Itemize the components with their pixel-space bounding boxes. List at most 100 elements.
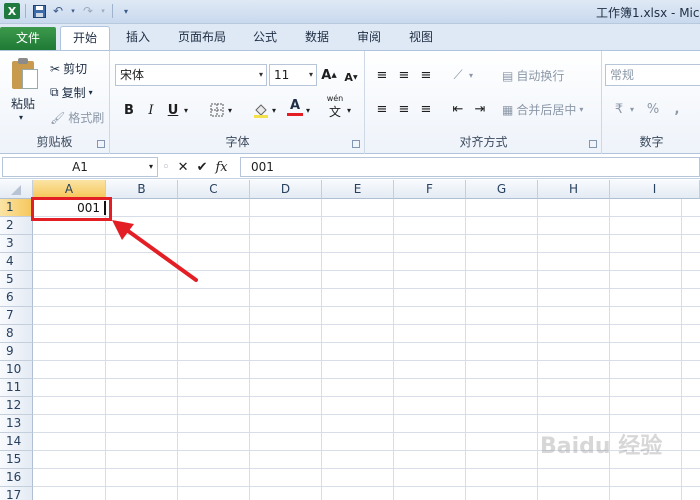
row-header-2[interactable]: 2 — [0, 217, 33, 235]
row-header-9[interactable]: 9 — [0, 343, 33, 361]
undo-dropdown-icon[interactable]: ▾ — [69, 3, 77, 19]
toolbar-separator — [25, 4, 26, 18]
accounting-dropdown-icon[interactable]: ▾ — [627, 99, 637, 119]
name-box[interactable]: A1 ▾ — [2, 157, 158, 177]
row-header-13[interactable]: 13 — [0, 415, 33, 433]
row-header-14[interactable]: 14 — [0, 433, 33, 451]
tab-home[interactable]: 开始 — [60, 26, 110, 50]
tab-review[interactable]: 审阅 — [349, 26, 389, 50]
copy-button[interactable]: ⧉ 复制 ▾ — [50, 84, 93, 101]
orientation-icon[interactable]: ⟋ — [448, 65, 468, 85]
borders-icon[interactable] — [207, 100, 227, 120]
number-format-select[interactable]: 常规 — [605, 64, 700, 86]
align-bottom-icon[interactable]: ≡ — [416, 65, 436, 85]
row-header-17[interactable]: 17 — [0, 487, 33, 500]
row-header-7[interactable]: 7 — [0, 307, 33, 325]
alignment-launcher-icon[interactable] — [589, 140, 597, 148]
merge-cells-icon: ▦ — [502, 102, 514, 117]
select-all-corner[interactable] — [0, 180, 33, 199]
redo-icon[interactable]: ↷ — [80, 3, 96, 19]
bold-button[interactable]: B — [119, 100, 139, 120]
row-header-6[interactable]: 6 — [0, 289, 33, 307]
row-header-3[interactable]: 3 — [0, 235, 33, 253]
brush-icon: 🖌 — [50, 110, 66, 125]
row-header-12[interactable]: 12 — [0, 397, 33, 415]
accounting-format-icon[interactable]: ₹ — [609, 99, 629, 119]
merge-dropdown-icon[interactable]: ▾ — [579, 105, 583, 114]
increase-indent-icon[interactable]: ⇥ — [470, 99, 490, 119]
comma-button[interactable]: , — [667, 99, 687, 119]
tab-insert[interactable]: 插入 — [118, 26, 158, 50]
formula-input[interactable]: 001 — [240, 157, 700, 177]
fill-color-dropdown-icon[interactable]: ▾ — [269, 100, 279, 120]
chevron-down-icon: ▾ — [148, 162, 153, 171]
insert-function-icon[interactable]: fx — [215, 160, 227, 175]
column-header-h[interactable]: H — [538, 180, 610, 199]
font-group-label: 字体 — [225, 135, 250, 149]
font-launcher-icon[interactable] — [352, 140, 360, 148]
cancel-icon[interactable]: ✕ — [178, 160, 189, 175]
customize-qat-icon[interactable]: ▾ — [118, 3, 134, 19]
window-title: 工作簿1.xlsx - Mic — [596, 6, 700, 20]
font-name-select[interactable]: 宋体 ▾ — [115, 64, 267, 86]
undo-icon[interactable]: ↶ — [50, 3, 66, 19]
cut-button[interactable]: ✂ 剪切 — [50, 60, 87, 77]
toolbar-separator — [112, 4, 113, 18]
column-header-c[interactable]: C — [178, 180, 250, 199]
format-painter-button[interactable]: 🖌 格式刷 — [50, 109, 104, 126]
align-middle-icon[interactable]: ≡ — [394, 65, 414, 85]
tab-view[interactable]: 视图 — [401, 26, 441, 50]
enter-icon[interactable]: ✔ — [197, 160, 208, 175]
paste-button[interactable]: 粘贴 — [11, 95, 35, 112]
decrease-indent-icon[interactable]: ⇤ — [448, 99, 468, 119]
clipboard-launcher-icon[interactable] — [97, 140, 105, 148]
percent-button[interactable]: % — [643, 99, 663, 119]
column-header-b[interactable]: B — [106, 180, 178, 199]
align-right-icon[interactable]: ≡ — [416, 99, 436, 119]
row-header-4[interactable]: 4 — [0, 253, 33, 271]
phonetic-dropdown-icon[interactable]: ▾ — [344, 100, 354, 120]
paste-icon[interactable] — [10, 57, 38, 91]
tab-file[interactable]: 文件 — [0, 27, 56, 50]
redo-dropdown-icon[interactable]: ▾ — [99, 3, 107, 19]
orientation-dropdown-icon[interactable]: ▾ — [466, 65, 476, 85]
align-top-icon[interactable]: ≡ — [372, 65, 392, 85]
row-header-11[interactable]: 11 — [0, 379, 33, 397]
wrap-text-button[interactable]: ▤ 自动换行 — [502, 67, 564, 84]
column-header-g[interactable]: G — [466, 180, 538, 199]
grow-font-button[interactable]: A ▲ — [319, 65, 339, 85]
font-color-button[interactable]: A — [285, 97, 305, 117]
column-header-d[interactable]: D — [250, 180, 322, 199]
column-header-i[interactable]: I — [610, 180, 700, 199]
copy-dropdown-icon[interactable]: ▾ — [89, 88, 93, 97]
row-header-10[interactable]: 10 — [0, 361, 33, 379]
paste-dropdown-icon[interactable]: ▾ — [19, 113, 23, 122]
shrink-font-button[interactable]: A ▼ — [341, 67, 361, 87]
fill-color-icon[interactable] — [251, 100, 271, 120]
row-header-5[interactable]: 5 — [0, 271, 33, 289]
row-header-15[interactable]: 15 — [0, 451, 33, 469]
column-header-f[interactable]: F — [394, 180, 466, 199]
tab-data[interactable]: 数据 — [297, 26, 337, 50]
row-header-1[interactable]: 1 — [0, 199, 33, 217]
row-header-16[interactable]: 16 — [0, 469, 33, 487]
align-left-icon[interactable]: ≡ — [372, 99, 392, 119]
save-icon[interactable] — [31, 3, 47, 19]
grid-line — [33, 306, 700, 307]
merge-center-button[interactable]: ▦ 合并后居中 ▾ — [502, 101, 583, 118]
italic-button[interactable]: I — [141, 100, 161, 120]
borders-dropdown-icon[interactable]: ▾ — [225, 100, 235, 120]
underline-button[interactable]: U — [163, 100, 183, 120]
font-size-select[interactable]: 11 ▾ — [269, 64, 317, 86]
align-center-icon[interactable]: ≡ — [394, 99, 414, 119]
tab-page-layout[interactable]: 页面布局 — [172, 26, 232, 50]
phonetic-button[interactable]: wén 文 — [325, 94, 345, 119]
excel-app-icon[interactable]: X — [4, 3, 20, 19]
row-header-8[interactable]: 8 — [0, 325, 33, 343]
underline-dropdown-icon[interactable]: ▾ — [181, 100, 191, 120]
font-color-dropdown-icon[interactable]: ▾ — [303, 100, 313, 120]
number-group-label: 数字 — [639, 135, 664, 149]
tab-formulas[interactable]: 公式 — [245, 26, 285, 50]
clipboard-group-label: 剪贴板 — [36, 135, 73, 149]
column-header-e[interactable]: E — [322, 180, 394, 199]
